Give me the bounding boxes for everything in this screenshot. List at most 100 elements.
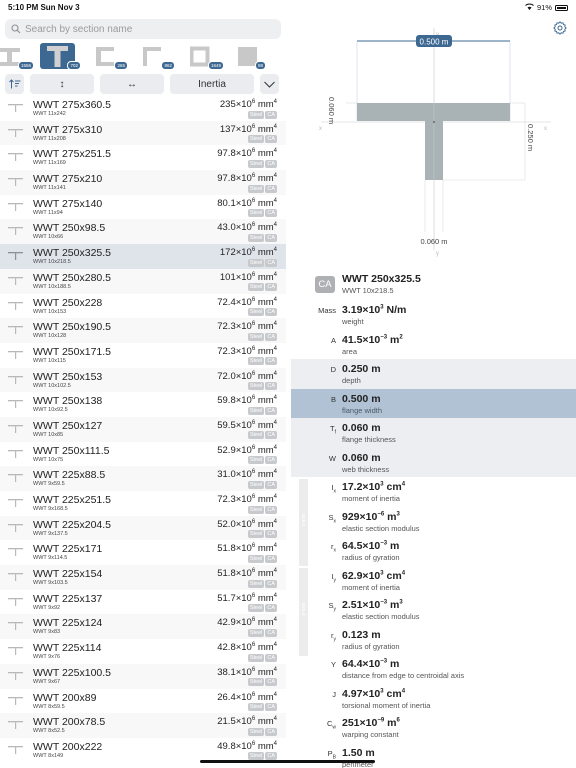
section-list-item[interactable]: WWT 225x88.5 WWT 9x59.5 31.0×106 mm4 Steel C… xyxy=(0,466,286,491)
region-tag: CA xyxy=(265,703,277,711)
property-row[interactable]: Cw 251×10−9 m6 warping constant xyxy=(291,713,576,743)
section-imperial-name: WWT 10x218.5 xyxy=(342,286,394,295)
t-section-icon xyxy=(8,499,23,507)
horizontal-axis-button[interactable]: ↔ xyxy=(100,74,164,94)
count-badge: 265 xyxy=(114,61,128,70)
property-row[interactable]: D 0.250 m depth xyxy=(291,359,576,389)
property-row[interactable]: W 0.060 m web thickness xyxy=(291,447,576,477)
section-list-item[interactable]: WWT 225x137 WWT 9x92 51.7×106 mm4 Steel CA xyxy=(0,590,286,615)
property-value: 64.5×10−3 m xyxy=(342,540,400,552)
home-indicator[interactable] xyxy=(200,760,375,763)
sort-dropdown-button[interactable] xyxy=(260,74,279,94)
shape-t-section-button[interactable]: 702 xyxy=(40,43,81,70)
region-tag: CA xyxy=(265,554,277,563)
section-list-item[interactable]: WWT 225x251.5 WWT 9x168.5 72.3×106 mm4 Stee… xyxy=(0,491,286,516)
section-name: WWT 275x251.5 xyxy=(33,148,112,161)
search-bar[interactable] xyxy=(5,19,281,39)
region-tag: CA xyxy=(265,579,277,588)
property-row[interactable]: J 4.97×103 cm4 torsional moment of inertia xyxy=(291,684,576,714)
section-list-item[interactable]: WWT 250x127 WWT 10x85 59.5×106 mm4 Steel CA xyxy=(0,416,286,442)
section-list-item[interactable]: WWT 200x78.5 WWT 8x52.5 21.5×106 mm4 Steel C… xyxy=(0,713,286,738)
material-tag: Steel xyxy=(247,653,265,662)
section-value: 59.5×106 mm4 xyxy=(217,419,277,432)
search-input[interactable] xyxy=(25,23,265,35)
section-list-item[interactable]: WWT 250x98.5 WWT 10x66 43.0×106 mm4 Steel CA xyxy=(0,219,286,245)
section-tags: Steel CA xyxy=(247,579,277,588)
section-imperial-name: WWT 9x83 xyxy=(33,629,61,636)
region-tag: CA xyxy=(265,678,277,687)
count-badge: 1556 xyxy=(17,61,34,70)
shape-i-beam-button[interactable]: 1556 xyxy=(0,43,34,70)
section-list-item[interactable]: WWT 275x210 WWT 11x141 97.8×106 mm4 Steel CA xyxy=(0,170,286,195)
property-row[interactable]: A 41.5×10−3 m2 area xyxy=(291,330,576,360)
section-value: 51.8×106 mm4 xyxy=(217,543,277,555)
t-section-icon xyxy=(8,671,23,680)
section-list-item[interactable]: WWT 250x325.5 WWT 10x218.5 172×106 mm4 Stee… xyxy=(0,244,286,269)
property-value: 3.19×103 N/m xyxy=(342,304,407,316)
shape-angle-button[interactable]: 862 xyxy=(143,43,175,70)
t-section-icon xyxy=(8,178,23,187)
section-tags: Steel CA xyxy=(247,308,277,316)
section-list-item[interactable]: WWT 275x140 WWT 11x94 80.1×106 mm4 Steel CA xyxy=(0,195,286,220)
section-list-item[interactable]: WWT 275x360.5 WWT 11x242 235×106 mm4 Steel C… xyxy=(0,96,286,121)
x-axis-label-left: x xyxy=(319,126,322,132)
section-list-item[interactable]: WWT 275x310 WWT 11x208 137×106 mm4 Steel CA xyxy=(0,120,286,146)
property-symbol: Y xyxy=(330,660,336,669)
x-axis-group-bar: x-axis xyxy=(299,479,308,566)
section-name: WWT 275x210 xyxy=(33,173,103,186)
section-list-item[interactable]: WWT 250x190.5 WWT 10x128 72.3×106 mm4 Steel… xyxy=(0,318,286,343)
material-tag: Steel xyxy=(247,159,265,168)
section-value: 72.3×106 mm4 xyxy=(217,494,277,506)
region-tag: CA xyxy=(265,135,277,144)
section-list-item[interactable]: WWT 225x171 WWT 9x114.5 51.8×106 mm4 Steel C… xyxy=(0,540,286,565)
sort-property-button[interactable]: Inertia xyxy=(170,74,254,94)
t-section-icon xyxy=(8,523,23,532)
section-list-item[interactable]: WWT 225x124 WWT 9x83 42.9×106 mm4 Steel CA xyxy=(0,614,286,640)
property-value: 2.51×10−3 m3 xyxy=(342,599,403,611)
t-section-icon xyxy=(8,721,23,730)
section-list-item[interactable]: WWT 200x89 WWT 8x59.5 26.4×106 mm4 Steel CA xyxy=(0,689,286,714)
section-list-item[interactable]: WWT 200x222 WWT 8x149 49.8×106 mm4 Steel CA xyxy=(0,738,286,763)
section-list-item[interactable]: WWT 250x111.5 WWT 10x75 52.9×106 mm4 Steel C… xyxy=(0,442,286,467)
property-row[interactable]: rx 64.5×10−3 m radius of gyration xyxy=(291,536,576,566)
section-list-item[interactable]: WWT 250x228 WWT 10x153 72.4×106 mm4 Steel CA xyxy=(0,294,286,319)
property-row[interactable]: Ix 17.2×103 cm4 moment of inertia xyxy=(291,477,576,507)
section-value: 52.0×106 mm4 xyxy=(217,518,277,530)
count-badge: 862 xyxy=(161,61,175,70)
property-row[interactable]: B 0.500 m flange width xyxy=(291,388,576,418)
section-tags: Steel CA xyxy=(247,159,277,168)
section-list-item[interactable]: WWT 250x138 WWT 10x92.5 59.8×106 mm4 Steel C… xyxy=(0,392,286,417)
material-tag: Steel xyxy=(247,703,265,711)
shape-solid-button[interactable]: 98 xyxy=(238,43,266,70)
material-tag: Steel xyxy=(247,258,265,267)
property-row[interactable]: Tf 0.060 m flange thickness xyxy=(291,418,576,448)
property-row[interactable]: Y 64.4×10−3 m distance from edge to centro… xyxy=(291,654,576,684)
section-list-item[interactable]: WWT 225x114 WWT 9x76 42.8×106 mm4 Steel CA xyxy=(0,639,286,664)
sort-order-button[interactable] xyxy=(5,74,24,94)
section-list-item[interactable]: WWT 250x280.5 WWT 10x188.5 101×106 mm4 Stee… xyxy=(0,268,286,294)
section-value: 72.4×106 mm4 xyxy=(217,296,277,308)
property-symbol: rx xyxy=(331,542,336,554)
vertical-axis-button[interactable]: ↕ xyxy=(30,74,94,94)
section-list-item[interactable]: WWT 250x171.5 WWT 10x115 72.3×106 mm4 Steel… xyxy=(0,343,286,368)
section-value: 80.1×106 mm4 xyxy=(217,197,277,209)
region-tag: CA xyxy=(265,357,277,366)
section-list-item[interactable]: WWT 250x153 WWT 10x102.5 72.0×106 mm4 Steel… xyxy=(0,367,286,393)
shape-hollow-button[interactable]: 1649 xyxy=(189,43,224,70)
section-imperial-name: WWT 10x85 xyxy=(33,431,64,438)
section-list-item[interactable]: WWT 275x251.5 WWT 11x169 97.8×106 mm4 Steel… xyxy=(0,145,286,170)
section-tags: Steel CA xyxy=(247,678,277,687)
section-name: WWT 225x171 xyxy=(33,543,103,556)
shape-channel-button[interactable]: 265 xyxy=(96,43,128,70)
section-list-item[interactable]: WWT 225x100.5 WWT 9x67 38.1×106 mm4 Steel CA xyxy=(0,663,286,689)
property-row[interactable]: ry 0.123 m radius of gyration xyxy=(291,625,576,655)
property-row[interactable]: PB 1.50 m perimeter xyxy=(291,743,576,768)
property-row[interactable]: Mass 3.19×103 N/m weight xyxy=(291,300,576,330)
property-row[interactable]: Iy 62.9×103 cm4 moment of inertia xyxy=(291,566,576,596)
section-list-item[interactable]: WWT 225x204.5 WWT 9x137.5 52.0×106 mm4 Stee… xyxy=(0,515,286,541)
section-name: WWT 250x171.5 xyxy=(33,345,112,358)
property-row[interactable]: Sx 929×10−6 m3 elastic section modulus xyxy=(291,507,576,537)
t-section-icon xyxy=(8,350,23,359)
property-row[interactable]: Sy 2.51×10−3 m3 elastic section modulus xyxy=(291,595,576,625)
section-list-item[interactable]: WWT 225x154 WWT 9x103.5 51.8×106 mm4 Steel C… xyxy=(0,565,286,590)
